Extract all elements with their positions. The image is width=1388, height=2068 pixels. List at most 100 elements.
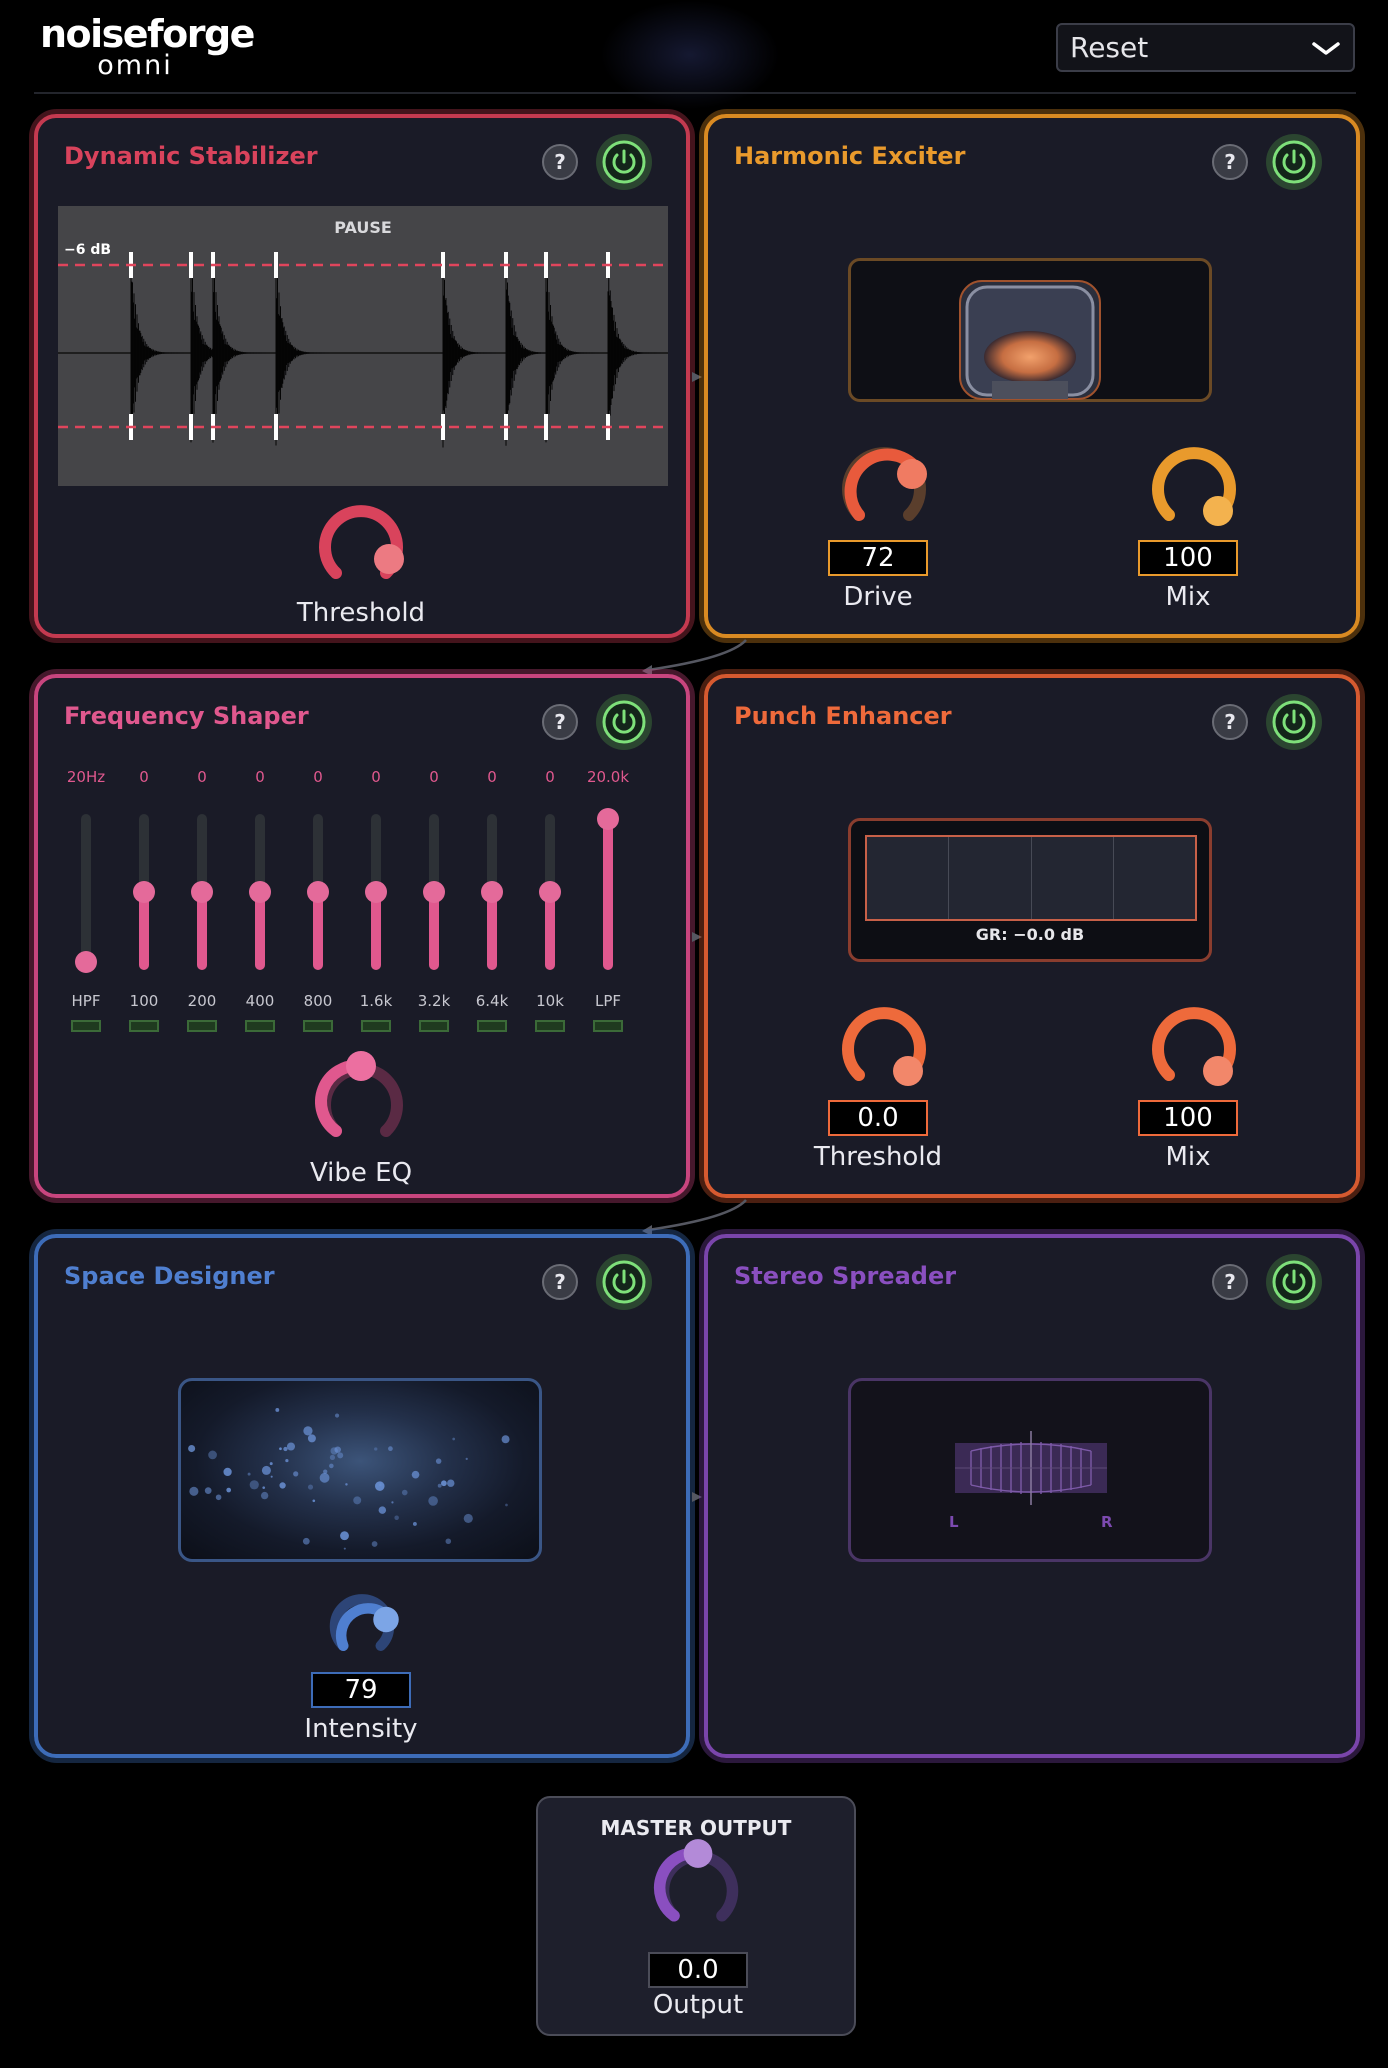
module-title: Frequency Shaper — [64, 702, 309, 730]
power-icon — [1272, 140, 1316, 184]
chain-connector — [642, 639, 747, 676]
gain-reduction-readout: GR: −0.0 dB — [975, 925, 1085, 944]
eq-band-enable-toggle[interactable] — [593, 1020, 623, 1032]
module-title: Punch Enhancer — [734, 702, 952, 730]
eq-band-enable-toggle[interactable] — [245, 1020, 275, 1032]
intensity-knob[interactable] — [326, 1588, 399, 1660]
gain-reduction-meter: GR: −0.0 dB — [848, 818, 1212, 962]
particle-field — [188, 1408, 510, 1550]
eq-slider-fill — [197, 892, 207, 970]
eq-slider-thumb[interactable] — [423, 881, 445, 903]
punch-mix-value-input[interactable]: 100 — [1138, 1100, 1238, 1136]
knob-arc — [315, 1051, 403, 1137]
power-icon — [1272, 700, 1316, 744]
eq-slider-thumb[interactable] — [133, 881, 155, 903]
left-channel-label: L — [949, 1513, 959, 1531]
eq-band-enable-toggle[interactable] — [129, 1020, 159, 1032]
power-button[interactable] — [596, 134, 652, 190]
preset-value: Reset — [1070, 31, 1149, 64]
punch-threshold-knob[interactable] — [836, 998, 932, 1094]
eq-slider-track[interactable] — [81, 814, 91, 970]
intensity-value-input[interactable]: 79 — [311, 1672, 411, 1708]
eq-band-enable-toggle[interactable] — [477, 1020, 507, 1032]
mix-label: Mix — [1165, 582, 1211, 612]
playback-status[interactable]: PAUSE — [58, 218, 668, 237]
module-title: Dynamic Stabilizer — [64, 142, 318, 170]
eq-slider-thumb[interactable] — [249, 881, 271, 903]
eq-band-enable-toggle[interactable] — [419, 1020, 449, 1032]
vibe-eq-knob[interactable] — [313, 1051, 409, 1150]
meter-segments — [865, 835, 1197, 921]
eq-band-enable-toggle[interactable] — [187, 1020, 217, 1032]
threshold-label: Threshold — [296, 598, 426, 628]
eq-band-label: 6.4k — [475, 992, 509, 1010]
output-value-input[interactable]: 0.0 — [648, 1952, 748, 1988]
eq-band-enable-toggle[interactable] — [71, 1020, 101, 1032]
eq-slider-thumb[interactable] — [365, 881, 387, 903]
eq-slider-thumb[interactable] — [539, 881, 561, 903]
knob-arc — [329, 1594, 399, 1651]
drive-label: Drive — [843, 582, 913, 612]
eq-slider-thumb[interactable] — [75, 951, 97, 974]
help-button[interactable]: ? — [1212, 704, 1248, 740]
eq-band-label: 400 — [245, 992, 275, 1010]
module-title: Space Designer — [64, 1262, 275, 1290]
power-button[interactable] — [1266, 694, 1322, 750]
drive-value-input[interactable]: 72 — [828, 540, 928, 576]
power-button[interactable] — [1266, 1254, 1322, 1310]
eq-band-label: 800 — [303, 992, 333, 1010]
frequency-shaper-module: Frequency Shaper ? 20Hz HPF 0 100 0 200 0 400 0 8… — [29, 669, 695, 1203]
help-button[interactable]: ? — [542, 144, 578, 180]
eq-band-value: 0 — [139, 768, 149, 786]
stereo-spreader-module: Stereo Spreader ? L R — [699, 1229, 1365, 1763]
eq-slider-thumb[interactable] — [597, 807, 619, 830]
eq-slider-fill — [603, 818, 613, 970]
eq-slider-fill — [371, 892, 381, 970]
chain-arrow-icon — [692, 932, 702, 942]
app-logo: noiseforge omni — [40, 12, 255, 80]
eq-slider-thumb[interactable] — [481, 881, 503, 903]
help-button[interactable]: ? — [1212, 1264, 1248, 1300]
punch-enhancer-module: Punch Enhancer ? GR: −0.0 dB 0.0 Thresho… — [699, 669, 1365, 1203]
punch-threshold-value-input[interactable]: 0.0 — [828, 1100, 928, 1136]
master-output-panel: MASTER OUTPUT 0.0 Output — [536, 1796, 856, 2036]
eq-slider-fill — [545, 892, 555, 970]
preset-dropdown[interactable]: Reset — [1056, 23, 1355, 72]
power-button[interactable] — [596, 694, 652, 750]
mix-value-input[interactable]: 100 — [1138, 540, 1238, 576]
power-button[interactable] — [596, 1254, 652, 1310]
eq-band-value: 0 — [197, 768, 207, 786]
help-button[interactable]: ? — [542, 1264, 578, 1300]
power-button[interactable] — [1266, 134, 1322, 190]
waveform-display[interactable]: PAUSE −6 dB — [58, 206, 668, 486]
eq-slider-fill — [255, 892, 265, 970]
chain-arrow-icon — [692, 372, 702, 382]
eq-band-value: 0 — [313, 768, 323, 786]
help-button[interactable]: ? — [1212, 144, 1248, 180]
eq-band-enable-toggle[interactable] — [303, 1020, 333, 1032]
eq-slider-fill — [429, 892, 439, 970]
right-channel-label: R — [1101, 1513, 1113, 1531]
module-title: Harmonic Exciter — [734, 142, 966, 170]
eq-band-value: 0 — [429, 768, 439, 786]
knob-arc — [842, 1007, 926, 1086]
mix-knob[interactable] — [1146, 438, 1242, 534]
chain-arrow-icon — [692, 1492, 702, 1502]
knob-arc — [1152, 447, 1236, 526]
chevron-down-icon — [1312, 41, 1340, 55]
drive-knob[interactable] — [836, 438, 932, 534]
power-icon — [1272, 1260, 1316, 1304]
eq-slider-thumb[interactable] — [191, 881, 213, 903]
tube-visualizer — [848, 258, 1212, 402]
eq-band-enable-toggle[interactable] — [361, 1020, 391, 1032]
eq-slider-fill — [313, 892, 323, 970]
knob-arc — [1152, 1007, 1236, 1086]
output-knob[interactable] — [652, 1839, 744, 1934]
eq-band-label: 200 — [187, 992, 217, 1010]
threshold-knob[interactable] — [313, 496, 409, 592]
punch-mix-knob[interactable] — [1146, 998, 1242, 1094]
eq-band-enable-toggle[interactable] — [535, 1020, 565, 1032]
eq-slider-thumb[interactable] — [307, 881, 329, 903]
help-button[interactable]: ? — [542, 704, 578, 740]
power-icon — [602, 1260, 646, 1304]
